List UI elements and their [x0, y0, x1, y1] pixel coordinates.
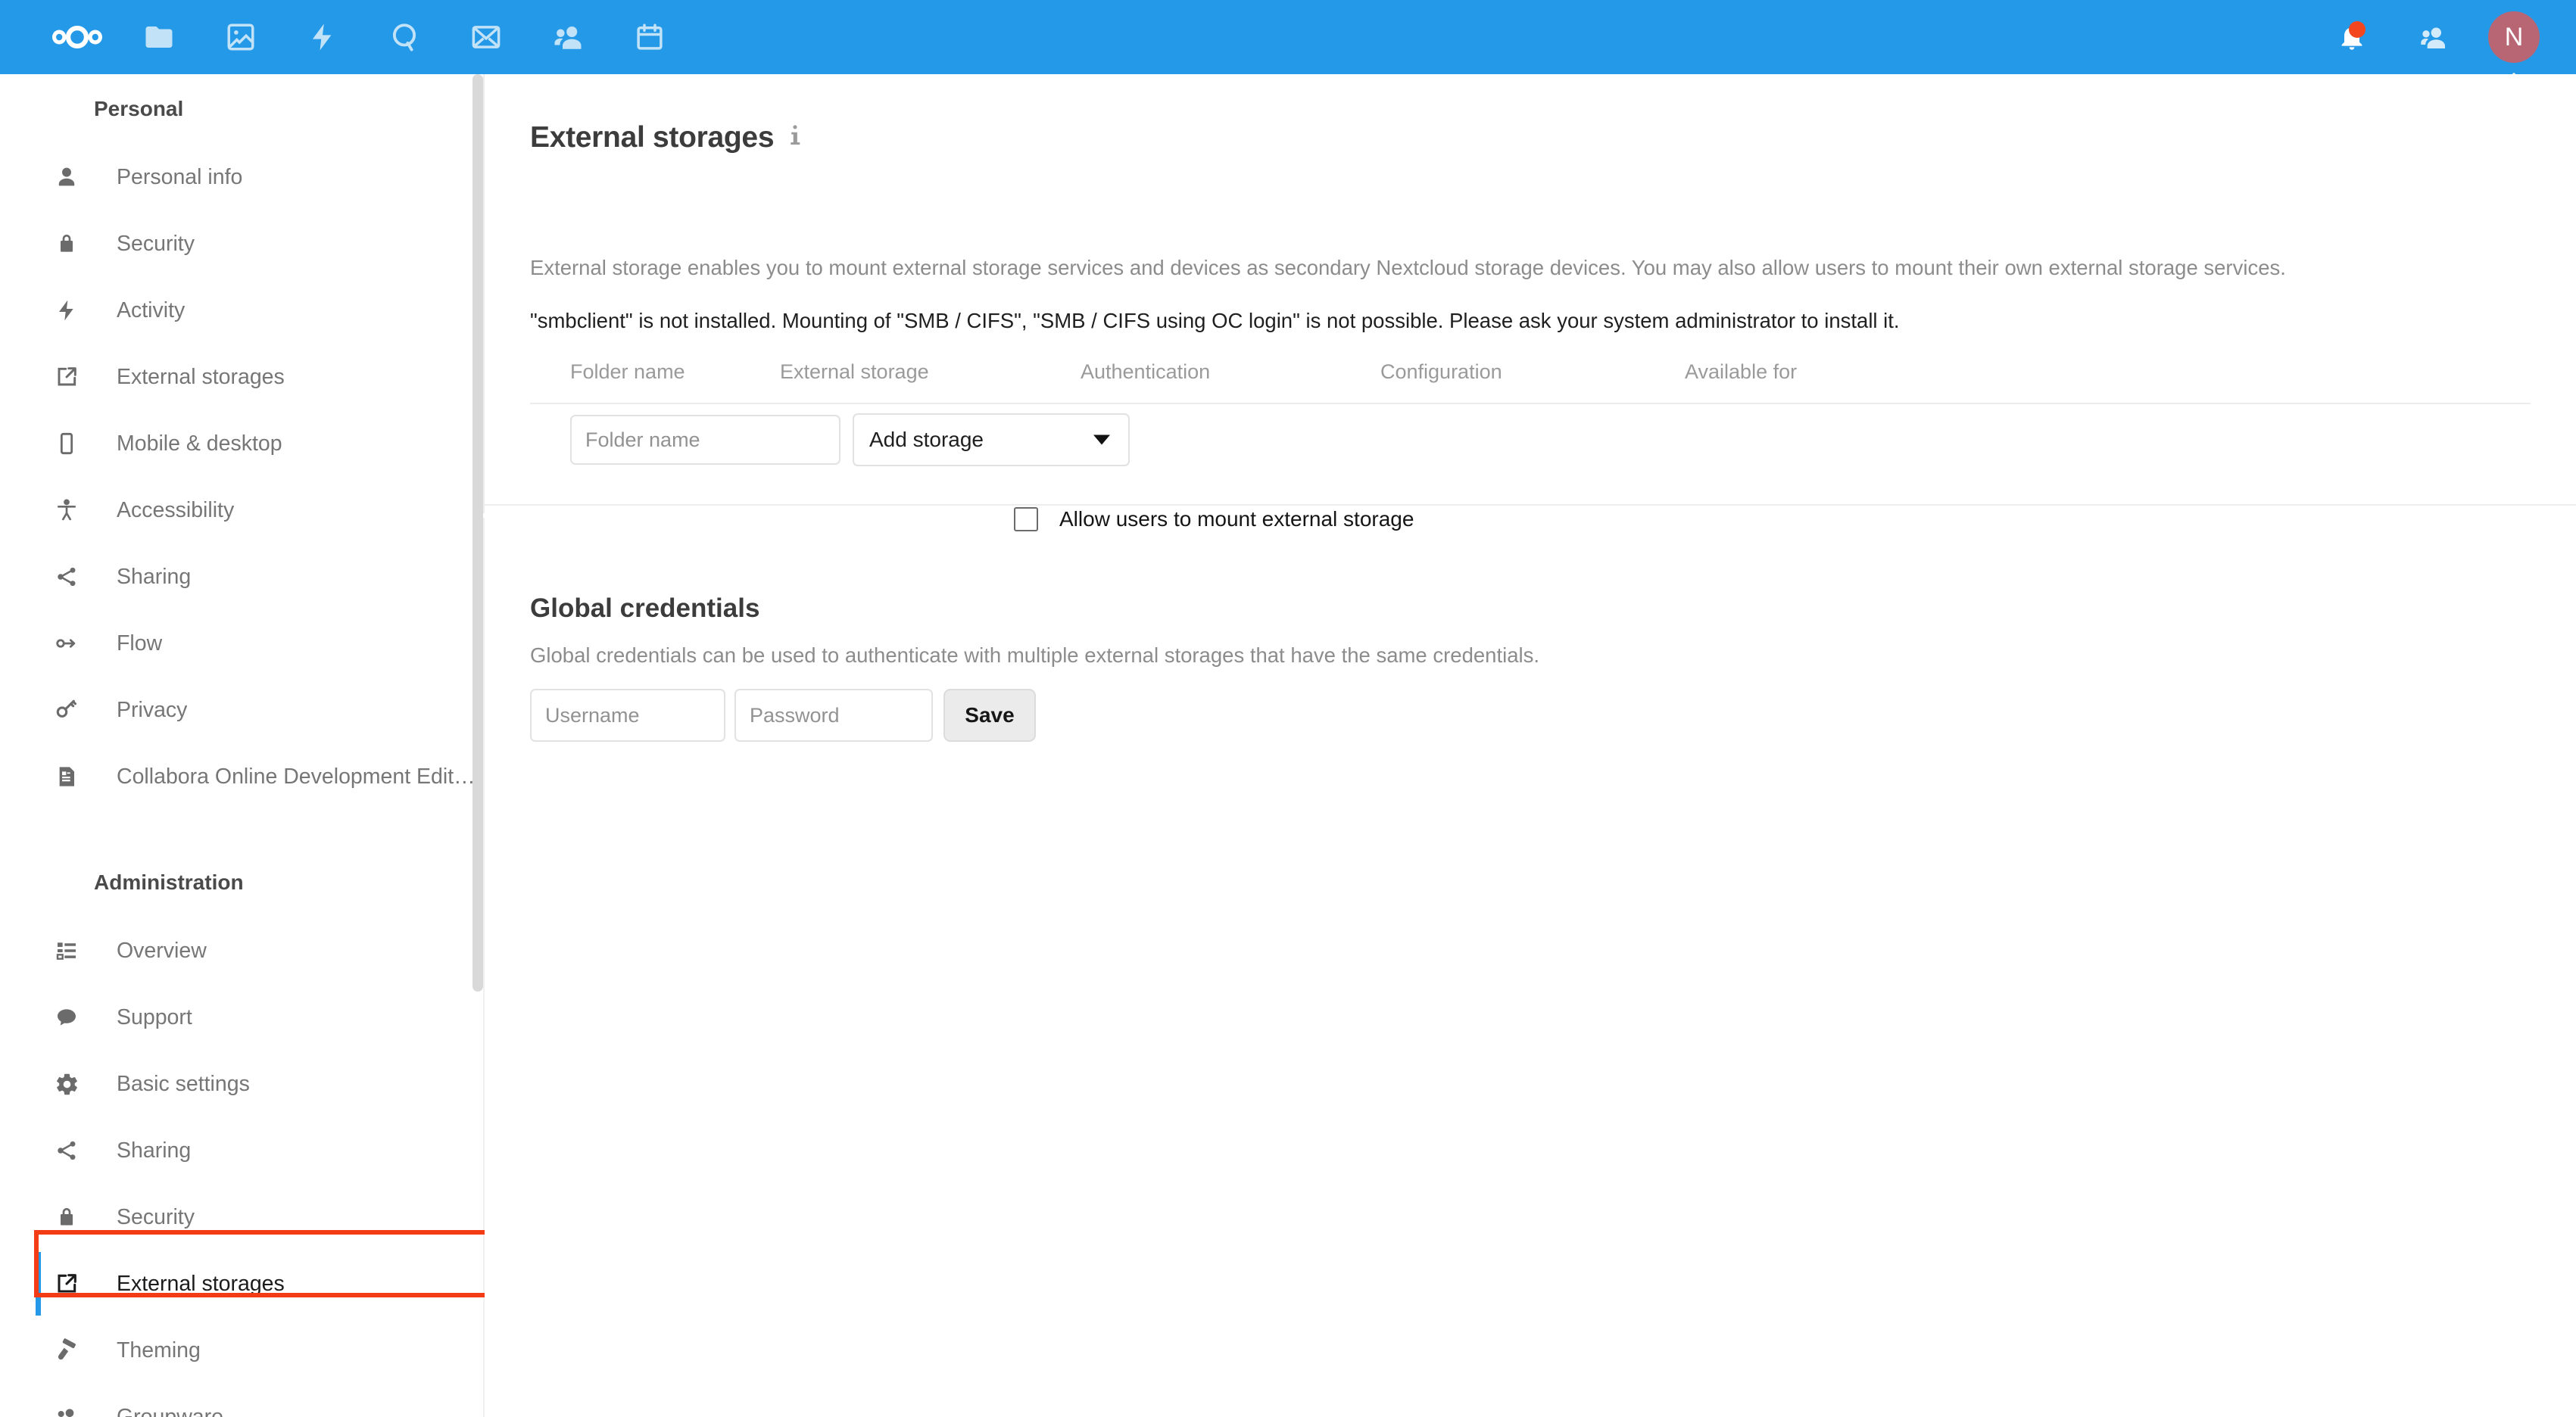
sidebar-item-security[interactable]: Security	[0, 210, 485, 277]
password-field[interactable]	[734, 689, 933, 742]
storage-table-header: Folder name External storage Authenticat…	[530, 360, 2531, 404]
lock-icon	[48, 226, 85, 262]
sidebar-item-activity[interactable]: Activity	[0, 277, 485, 344]
external-link-icon	[48, 359, 85, 395]
contacts-icon[interactable]	[527, 0, 609, 74]
sidebar-item-accessibility[interactable]: Accessibility	[0, 477, 485, 543]
document-icon	[48, 758, 85, 795]
folder-icon[interactable]	[118, 0, 200, 74]
smbclient-warning: "smbclient" is not installed. Mounting o…	[530, 309, 1900, 332]
sidebar-item-label: Collabora Online Development Edit…	[117, 764, 476, 789]
lightning-icon	[48, 292, 85, 329]
sidebar-item-label: Security	[117, 231, 195, 256]
sidebar-item-mobile-desktop[interactable]: Mobile & desktop	[0, 410, 485, 477]
top-header-bar: N	[0, 0, 2576, 92]
avatar-initial: N	[2488, 11, 2540, 63]
add-storage-row: Add storage	[530, 413, 1130, 466]
external-link-icon	[48, 1266, 85, 1302]
sidebar-item-label: External storages	[117, 1271, 285, 1296]
column-header-folder-name: Folder name	[570, 360, 685, 383]
lock-icon	[48, 1199, 85, 1235]
paint-roller-icon	[48, 1332, 85, 1369]
global-credentials-title: Global credentials	[530, 593, 760, 623]
sidebar-section-personal: Personal	[94, 97, 184, 120]
settings-content: External storages External storage enabl…	[485, 74, 2576, 1417]
sidebar-item-label: Sharing	[117, 564, 192, 589]
header-right-group: N	[2311, 0, 2576, 92]
list-icon	[48, 933, 85, 969]
settings-sidebar: Personal Personal info Security Activity…	[0, 74, 485, 1417]
allow-users-label[interactable]: Allow users to mount external storage	[1059, 507, 1414, 531]
global-credentials-description: Global credentials can be used to authen…	[530, 643, 1539, 667]
sidebar-item-overview[interactable]: Overview	[0, 917, 485, 984]
sidebar-item-sharing-admin[interactable]: Sharing	[0, 1117, 485, 1184]
sidebar-item-label: Flow	[117, 631, 163, 656]
key-icon	[48, 692, 85, 728]
share-icon	[48, 1132, 85, 1169]
sidebar-item-label: Sharing	[117, 1138, 192, 1163]
image-icon[interactable]	[200, 0, 282, 74]
share-icon	[48, 559, 85, 595]
flow-icon	[48, 625, 85, 662]
sidebar-item-personal-info[interactable]: Personal info	[0, 144, 485, 210]
sidebar-item-label: Mobile & desktop	[117, 431, 282, 456]
notifications-button[interactable]	[2311, 0, 2393, 74]
sidebar-item-security-admin[interactable]: Security	[0, 1184, 485, 1250]
sidebar-section-administration: Administration	[94, 870, 244, 894]
column-header-available-for: Available for	[1685, 360, 1798, 383]
circles-icon[interactable]	[363, 0, 445, 74]
sidebar-item-label: Security	[117, 1204, 195, 1229]
sidebar-item-label: External storages	[117, 364, 285, 389]
add-storage-select[interactable]: Add storage	[853, 413, 1130, 466]
page-title: External storages	[530, 121, 775, 154]
save-button[interactable]: Save	[943, 689, 1036, 742]
sidebar-item-privacy[interactable]: Privacy	[0, 677, 485, 743]
username-field[interactable]	[530, 689, 725, 742]
envelope-icon[interactable]	[445, 0, 527, 74]
sidebar-item-external-storages-personal[interactable]: External storages	[0, 344, 485, 410]
global-credentials-form: Save	[530, 689, 1036, 742]
column-header-configuration: Configuration	[1380, 360, 1502, 383]
contacts-menu-icon[interactable]	[2393, 0, 2475, 74]
allow-users-checkbox[interactable]	[1014, 507, 1038, 531]
contacts-icon	[48, 1399, 85, 1417]
notification-badge	[2349, 21, 2365, 38]
calendar-icon[interactable]	[609, 0, 691, 74]
sidebar-item-label: Theming	[117, 1338, 201, 1362]
page-description: External storage enables you to mount ex…	[530, 256, 2286, 279]
info-icon[interactable]	[780, 120, 810, 151]
chevron-down-icon	[1093, 434, 1110, 445]
sidebar-item-label: Basic settings	[117, 1071, 250, 1096]
sidebar-item-basic-settings[interactable]: Basic settings	[0, 1051, 485, 1117]
nextcloud-logo[interactable]	[36, 0, 118, 74]
phone-icon	[48, 425, 85, 462]
accessibility-icon	[48, 492, 85, 528]
column-header-authentication: Authentication	[1081, 360, 1211, 383]
speech-bubble-icon	[48, 999, 85, 1036]
add-storage-selected-label: Add storage	[869, 428, 984, 451]
sidebar-item-collabora[interactable]: Collabora Online Development Edit…	[0, 743, 485, 810]
sidebar-item-label: Activity	[117, 297, 186, 322]
section-divider	[485, 504, 2576, 506]
sidebar-item-external-storages-admin[interactable]: External storages	[0, 1250, 485, 1317]
gear-icon	[48, 1066, 85, 1102]
folder-name-input[interactable]	[570, 415, 840, 465]
sidebar-item-sharing-personal[interactable]: Sharing	[0, 543, 485, 610]
sidebar-item-label: Accessibility	[117, 497, 235, 522]
sidebar-item-label: Groupware	[117, 1404, 223, 1417]
sidebar-scrollbar[interactable]	[472, 74, 483, 992]
sidebar-item-label: Overview	[117, 938, 207, 963]
sidebar-item-label: Personal info	[117, 164, 243, 189]
sidebar-item-groupware[interactable]: Groupware	[0, 1384, 485, 1417]
allow-users-row: Allow users to mount external storage	[530, 507, 1414, 531]
sidebar-item-theming[interactable]: Theming	[0, 1317, 485, 1384]
avatar[interactable]: N	[2475, 0, 2553, 92]
sidebar-item-label: Privacy	[117, 697, 188, 722]
sidebar-item-flow[interactable]: Flow	[0, 610, 485, 677]
sidebar-item-label: Support	[117, 1004, 192, 1029]
sidebar-item-support[interactable]: Support	[0, 984, 485, 1051]
lightning-icon[interactable]	[282, 0, 363, 74]
column-header-external-storage: External storage	[780, 360, 929, 383]
user-icon	[48, 159, 85, 195]
